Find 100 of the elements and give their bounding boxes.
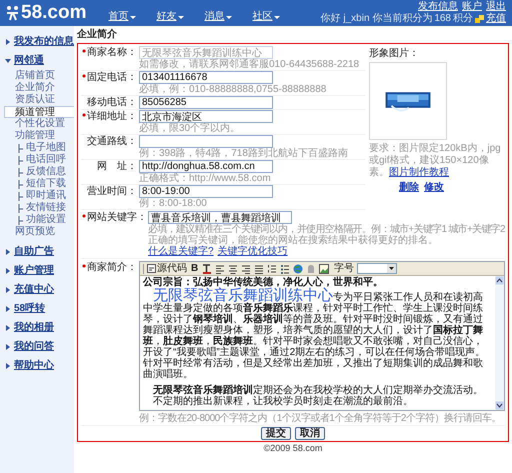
sidebar-item[interactable]: 网页预览 (0, 226, 74, 238)
help-link[interactable]: 什么是关键字? (148, 246, 214, 257)
input-field[interactable]: 85056285 (139, 96, 273, 109)
document-icon (147, 264, 156, 273)
input-field[interactable]: 8:00-19:00 (139, 185, 273, 198)
scrollbar[interactable] (495, 276, 504, 410)
hint-text: 例：398路，特4路，718路到北航站下百盛路南 (139, 148, 348, 159)
tree-branch-icon (18, 156, 24, 164)
recharge-link[interactable]: 充值 (486, 13, 506, 24)
tree-branch-icon (18, 216, 24, 224)
tip-text: 正确的填写关键词，能使您的网站在搜索结果中获得更好的排名。 (148, 235, 438, 246)
editor-paragraph: 无限琴弦音乐舞蹈训练中心专为平日紧张工作人员和在读初高中学生量身定做的各项音乐舞蹈乐课程，针对平时工作忙、学生上课没时间练琴，设计了钢琴培训、乐器培训等的普及班。针对平时没时间锻炼，又有通过舞蹈课程达到瘦塑身体，塑形，培养气质的愿望的大人们，设计了国标拉丁舞班，肚皮舞班，民族舞班。针对平时家会想唱歌又不敢张嘴，对自己没信心，开设了“我要歌唱”主题课堂，通过2期左右的练习，可以在任何场合带唱现声。针对平时经常有活动，但是又经常出差加班，又推出了短期集训的成品舞和歌曲演唱班。 (143, 288, 486, 380)
nav-link[interactable]: 首页 (108, 11, 136, 23)
sidebar-section[interactable]: 我的问答 (14, 340, 54, 352)
greeting-text: 你好 j_xbin 你当前积分为 (320, 13, 432, 24)
font-size-label: 字号 (334, 264, 354, 274)
image-action-link[interactable]: 修改 (424, 182, 444, 194)
sidebar-item[interactable]: 频道管理 (4, 106, 74, 118)
sidebar-section[interactable]: 我发布的信息 (14, 36, 74, 48)
field-label: 网站关键字： (87, 211, 147, 225)
tree-branch-icon (18, 144, 24, 152)
sidebar-subitem[interactable]: 短信下载 (0, 178, 74, 190)
sidebar-item[interactable]: 资质认证 (0, 94, 74, 106)
input-field[interactable] (139, 135, 273, 148)
nav-link[interactable]: 好友 (156, 11, 184, 23)
cancel-button[interactable]: 取消 (295, 427, 325, 440)
sidebar-item[interactable]: 功能管理 (0, 130, 74, 142)
sidebar-section[interactable]: 自助广告 (14, 246, 54, 258)
scroll-down-icon (495, 401, 504, 410)
field-label: 详细地址： (87, 110, 137, 124)
editor-paragraph: 公司宗旨：弘扬中华传统美德，净化人心，世界和平。 (143, 277, 384, 288)
image-requirement: 要求：图片限定120kB内，jpg或gif格式，建议150×120像素。图片制作教程 (369, 143, 502, 179)
sidebar-subitem[interactable]: 电话回呼 (0, 154, 74, 166)
field-label: 形象图片： (369, 48, 420, 60)
field-label: 商家简介： (87, 261, 137, 275)
justify-icon[interactable] (254, 264, 264, 274)
align-center-icon[interactable] (228, 264, 238, 274)
input-field[interactable]: 北京市海淀区 (139, 110, 273, 123)
tutorial-link[interactable]: 图片制作教程 (389, 167, 449, 178)
bold-button[interactable]: B (190, 264, 200, 274)
source-code-button[interactable]: 源代码 (147, 264, 187, 274)
footer-text: ©2009 58.com (262, 443, 324, 454)
tree-branch-icon (18, 192, 24, 200)
coins-icon (475, 14, 484, 23)
nav-link[interactable]: 消息 (204, 11, 232, 23)
header-link[interactable]: 账户 (462, 1, 482, 12)
sidebar-subitem[interactable]: 即时通讯 (0, 190, 74, 202)
logo-icon (6, 5, 19, 21)
sidebar-section[interactable]: 帮助中心 (14, 360, 54, 372)
field-label: 交通路线： (87, 135, 137, 149)
sidebar-section[interactable]: 网邻通 (14, 54, 44, 66)
sidebar-section[interactable]: 充值中心 (14, 284, 54, 296)
text-color-icon[interactable] (202, 264, 212, 274)
input-field[interactable]: 013401116678 (139, 71, 273, 84)
points-unit: 积分 (453, 13, 473, 24)
field-label: 移动电话： (87, 96, 137, 109)
field-label: 营业时间： (87, 185, 137, 199)
sidebar-section[interactable]: 账户管理 (14, 264, 54, 276)
bullet-list-icon[interactable] (280, 264, 290, 274)
sidebar-section[interactable]: 我的相册 (14, 322, 54, 334)
hint-text: 必填，例：010-88888888,0755-88888888 (139, 84, 326, 95)
sidebar-subitem[interactable]: 功能设置 (0, 214, 74, 226)
nav-link[interactable]: 社区 (252, 11, 280, 23)
sidebar-item[interactable]: 店铺首页 (0, 70, 74, 82)
hint-text: 必填，建议精准在三个关键词以内，并使用空格隔开。例：城市+关键字1 城市+关键字2 (148, 224, 505, 235)
input-field[interactable]: http://donghua.58.com.cn (139, 160, 273, 173)
submit-button[interactable]: 提交 (261, 427, 291, 440)
header-link[interactable]: 退出 (486, 1, 506, 12)
header-link[interactable]: 发布信息 (418, 1, 458, 12)
editor-paragraph: 无限琴弦音乐舞蹈培训定期还会为在我校学校的大人们定期举办交流活动。不定期的推出新课程，让我校学员时刻走在潮流的最前沿。 (152, 385, 484, 407)
points-value: 168 (434, 13, 451, 24)
page-title: 企业简介 (77, 29, 118, 41)
hint-text: 例：8:00-18:00 (139, 198, 208, 209)
tree-branch-icon (18, 168, 24, 176)
sidebar-subitem[interactable]: 反馈信息 (0, 166, 74, 178)
caret-icon (130, 16, 136, 18)
sidebar-item[interactable]: 企业简介 (0, 82, 74, 94)
align-left-icon[interactable] (215, 264, 226, 274)
sidebar-subitem[interactable]: 电子地图 (0, 142, 74, 154)
scroll-up-icon (495, 276, 504, 285)
hint-text: 例：字数在20-8000个字符之内（1个汉字或者1个全角字符等于2个字符）换行请回车。 (139, 413, 502, 424)
caret-icon (274, 16, 280, 18)
sidebar-section[interactable]: 58呼转 (14, 302, 46, 314)
sidebar-subitem[interactable]: 友情链接 (0, 202, 74, 214)
image-action-link[interactable]: 删除 (399, 182, 419, 194)
font-size-select[interactable] (357, 263, 398, 274)
field-label: 固定电话： (87, 71, 137, 85)
caret-icon (226, 16, 232, 18)
align-right-icon[interactable] (241, 264, 252, 274)
input-field[interactable]: 曹县音乐培训，曹县舞蹈培训 (148, 211, 292, 224)
tree-branch-icon (18, 180, 24, 188)
sidebar-item[interactable]: 个性化设置 (0, 118, 74, 130)
field-label: 商家名称： (87, 46, 137, 60)
help-link[interactable]: 关键字优化技巧 (218, 246, 288, 257)
image-icon[interactable] (319, 264, 330, 274)
numbered-list-icon[interactable] (267, 264, 278, 274)
hint-text: 正确格式：http://www.58.com (139, 173, 272, 184)
field-label: 网 址： (97, 160, 137, 174)
hint-text: 如需修改，请联系网邻通客服010-64435688-2218 (139, 59, 360, 70)
logo[interactable]: 58.com (21, 3, 86, 23)
